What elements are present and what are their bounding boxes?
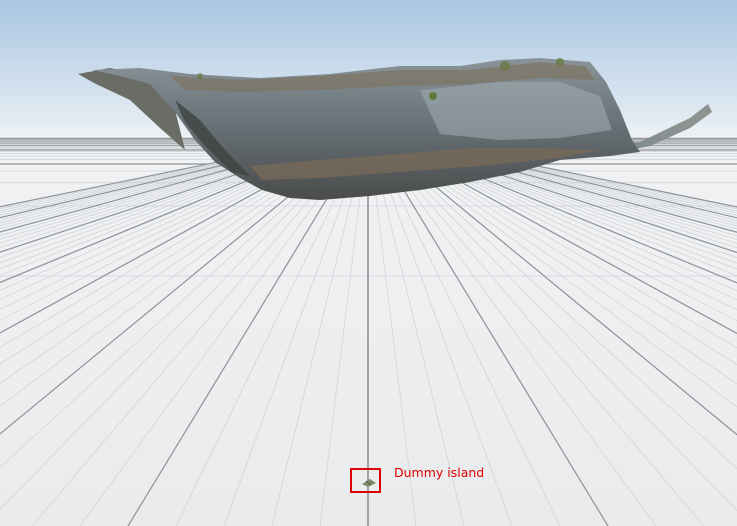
annotation-highlight-box xyxy=(350,468,381,493)
3d-viewport[interactable]: Dummy island xyxy=(0,0,737,526)
vegetation-spot xyxy=(197,73,203,79)
vegetation-spot xyxy=(500,61,510,71)
rock-cliff-face xyxy=(420,82,612,140)
annotation-label: Dummy island xyxy=(394,465,485,480)
vegetation-spot xyxy=(556,58,564,66)
vegetation-spot xyxy=(429,92,437,100)
scene-canvas[interactable] xyxy=(0,0,737,526)
